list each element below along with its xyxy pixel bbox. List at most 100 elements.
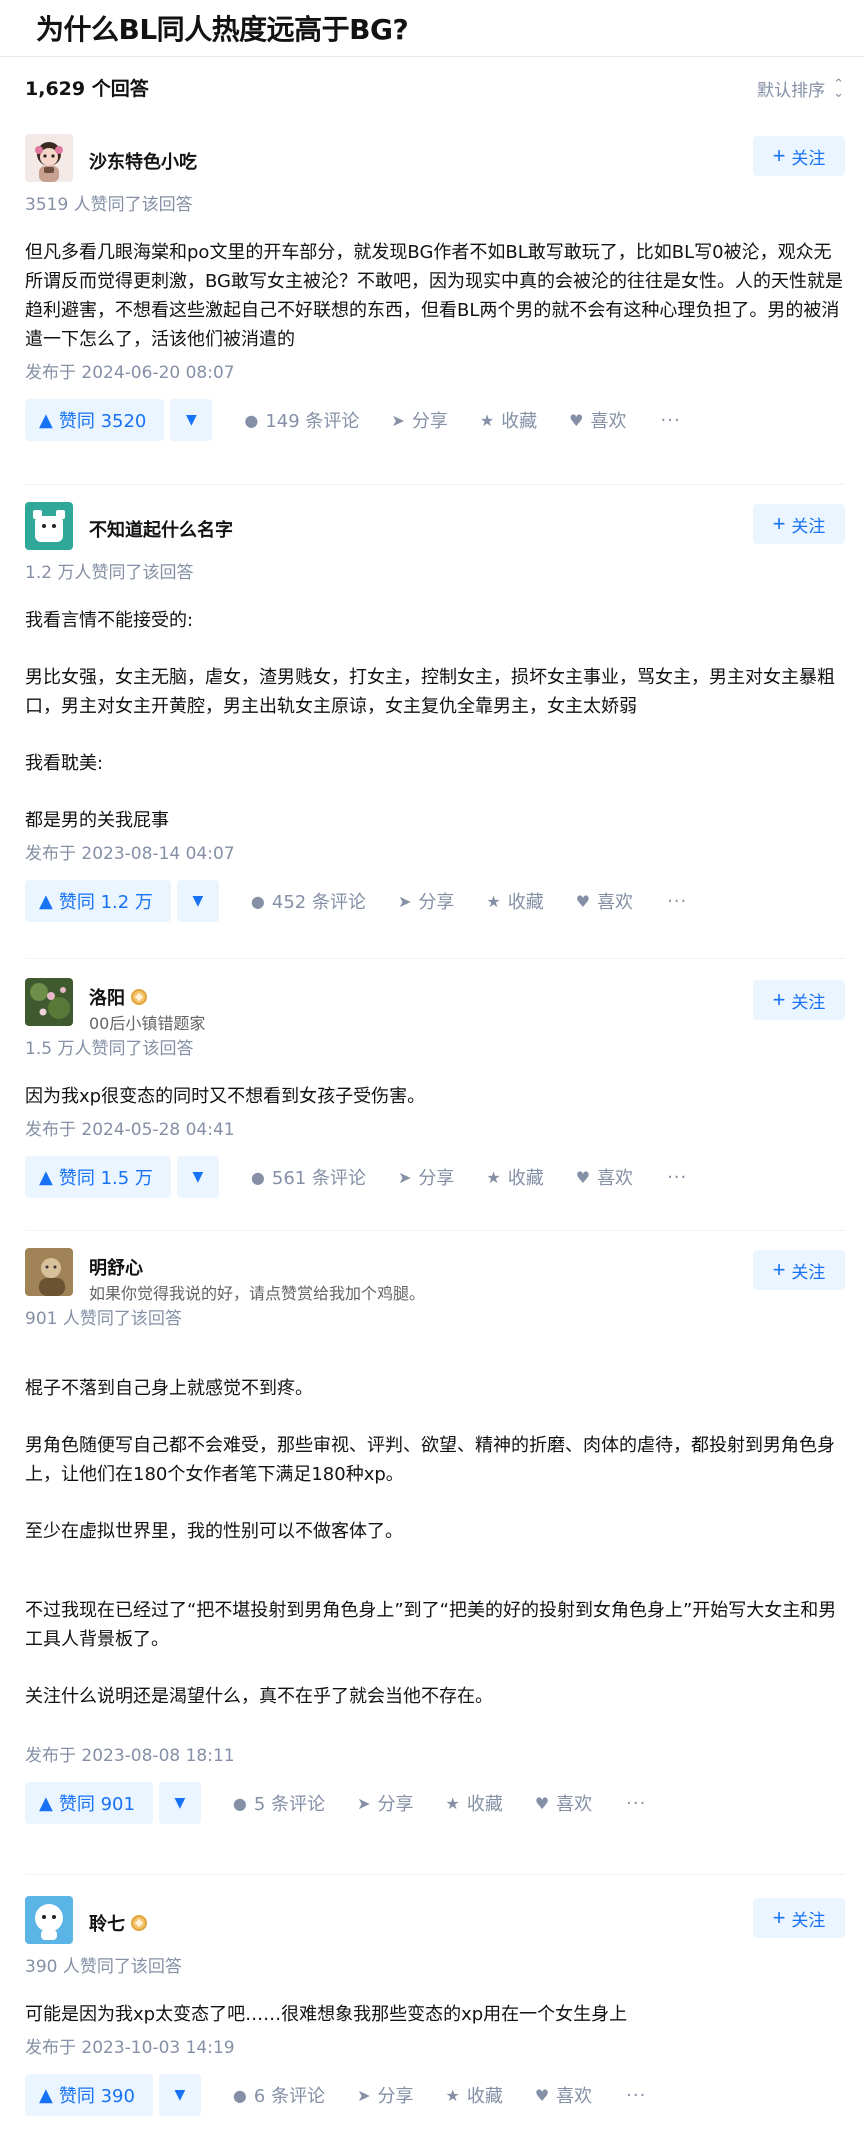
triangle-up-icon: ▲ [39, 1792, 53, 1814]
paragraph: 关注什么说明还是渴望什么，真不在乎了就会当他不存在。 [25, 1686, 493, 1707]
share-icon: ➤ [397, 891, 412, 911]
answer-content: 因为我xp很变态的同时又不想看到女孩子受伤害。 [25, 1082, 845, 1111]
like-button[interactable]: ♥ 喜欢 [535, 1790, 592, 1816]
triangle-down-icon: ▼ [192, 893, 204, 909]
comment-button[interactable]: ● 6 条评论 [233, 2082, 325, 2108]
share-button[interactable]: ➤ 分享 [398, 888, 454, 914]
more-button[interactable]: ··· [626, 2085, 646, 2106]
vote-summary: 1.5 万人赞同了该回答 [25, 1039, 194, 1059]
author-name[interactable]: 聆七 [89, 1910, 125, 1936]
collect-button[interactable]: ★ 收藏 [486, 1164, 543, 1190]
vote-summary: 901 人赞同了该回答 [25, 1309, 182, 1329]
more-button[interactable]: ··· [667, 1167, 687, 1188]
upvote-button[interactable]: ▲ 赞同 901 [25, 1782, 153, 1824]
answer-card: 不知道起什么名字 + 关注 1.2 万人赞同了该回答 我看言情不能接受的: 男比女… [25, 502, 845, 923]
plus-icon: + [772, 987, 786, 1012]
downvote-button[interactable]: ▼ [176, 1156, 219, 1198]
collect-button[interactable]: ★ 收藏 [445, 2082, 502, 2108]
author-bio: 如果你觉得我说的好，请点赞赏给我加个鸡腿。 [89, 1284, 426, 1303]
comment-button[interactable]: ● 5 条评论 [233, 1790, 325, 1816]
action-bar: ▲ 赞同 1.2 万 ▼ ● 452 条评论 ➤ 分享 ★ 收藏 ♥ 喜欢 ··· [25, 879, 845, 923]
upvote-button[interactable]: ▲ 赞同 390 [25, 2074, 153, 2116]
paragraph: 至少在虚拟世界里，我的性别可以不做客体了。 [25, 1521, 403, 1542]
like-button[interactable]: ♥ 喜欢 [569, 407, 626, 433]
like-button[interactable]: ♥ 喜欢 [535, 2082, 592, 2108]
upvote-button[interactable]: ▲ 赞同 1.2 万 [25, 880, 171, 922]
answer-content: 棍子不落到自己身上就感觉不到疼。 男角色随便写自己都不会难受，那些审视、评判、欲… [25, 1374, 845, 1711]
author-name[interactable]: 洛阳 [89, 984, 125, 1010]
comment-icon: ● [232, 1793, 247, 1813]
upvote-button[interactable]: ▲ 赞同 1.5 万 [25, 1156, 171, 1198]
more-button[interactable]: ··· [626, 1793, 646, 1814]
heart-icon: ♥ [575, 1167, 591, 1187]
answer-content: 但凡多看几眼海棠和po文里的开车部分，就发现BG作者不如BL敢写敢玩了，比如BL… [25, 238, 845, 354]
author-name[interactable]: 沙东特色小吃 [89, 148, 197, 174]
badge-icon [131, 1915, 147, 1931]
downvote-button[interactable]: ▼ [158, 2074, 201, 2116]
author-name[interactable]: 明舒心 [89, 1254, 143, 1280]
comment-icon: ● [250, 1167, 265, 1187]
author-name[interactable]: 不知道起什么名字 [89, 516, 233, 542]
answer-card: 聆七 + 关注 390 人赞同了该回答 可能是因为我xp太变态了吧……很难想象我那… [25, 1896, 845, 2117]
follow-button[interactable]: + 关注 [753, 504, 845, 544]
follow-button[interactable]: + 关注 [753, 980, 845, 1020]
sort-dropdown[interactable]: 默认排序 ⌃ ⌄ [757, 76, 844, 102]
collect-button[interactable]: ★ 收藏 [480, 407, 537, 433]
heart-icon: ♥ [534, 2085, 550, 2105]
follow-button[interactable]: + 关注 [753, 1898, 845, 1938]
vote-summary: 390 人赞同了该回答 [25, 1957, 182, 1977]
share-button[interactable]: ➤ 分享 [357, 1790, 413, 1816]
avatar[interactable] [25, 1896, 73, 1944]
avatar[interactable] [25, 1248, 73, 1296]
avatar[interactable] [25, 134, 73, 182]
comment-icon: ● [232, 2085, 247, 2105]
upvote-button[interactable]: ▲ 赞同 3520 [25, 399, 165, 441]
heart-icon: ♥ [569, 410, 584, 430]
publish-date[interactable]: 发布于 2024-05-28 04:41 [25, 1113, 845, 1147]
header-divider [0, 56, 864, 57]
share-button[interactable]: ➤ 分享 [391, 407, 447, 433]
author-name-row[interactable]: 聆七 [89, 1910, 147, 1936]
triangle-up-icon: ▲ [39, 2084, 53, 2106]
follow-button[interactable]: + 关注 [753, 136, 845, 176]
action-bar: ▲ 赞同 3520 ▼ ● 149 条评论 ➤ 分享 ★ 收藏 ♥ 喜欢 ··· [25, 398, 845, 442]
comment-button[interactable]: ● 452 条评论 [251, 888, 366, 914]
triangle-down-icon: ▼ [185, 412, 197, 428]
author-name-row[interactable]: 洛阳 [89, 984, 147, 1010]
downvote-button[interactable]: ▼ [176, 880, 219, 922]
publish-date[interactable]: 发布于 2023-10-03 14:19 [25, 2031, 845, 2065]
action-bar: ▲ 赞同 390 ▼ ● 6 条评论 ➤ 分享 ★ 收藏 ♥ 喜欢 ··· [25, 2073, 845, 2117]
share-button[interactable]: ➤ 分享 [398, 1164, 454, 1190]
follow-button[interactable]: + 关注 [753, 1250, 845, 1290]
paragraph: 可能是因为我xp太变态了吧……很难想象我那些变态的xp用在一个女生身上 [25, 2004, 628, 2025]
publish-date[interactable]: 发布于 2023-08-08 18:11 [25, 1739, 845, 1773]
answer-card: 沙东特色小吃 + 关注 3519 人赞同了该回答 但凡多看几眼海棠和po文里的开车… [25, 134, 845, 442]
downvote-button[interactable]: ▼ [170, 399, 213, 441]
downvote-button[interactable]: ▼ [158, 1782, 201, 1824]
comment-button[interactable]: ● 561 条评论 [251, 1164, 366, 1190]
collect-button[interactable]: ★ 收藏 [486, 888, 543, 914]
avatar[interactable] [25, 978, 73, 1026]
paragraph: 因为我xp很变态的同时又不想看到女孩子受伤害。 [25, 1086, 426, 1107]
vote-summary: 1.2 万人赞同了该回答 [25, 563, 194, 583]
answer-divider [25, 484, 845, 485]
share-icon: ➤ [357, 2085, 371, 2105]
paragraph: 我看耽美: [25, 753, 104, 774]
avatar[interactable] [25, 502, 73, 550]
answer-divider [25, 1230, 845, 1231]
publish-date[interactable]: 发布于 2023-08-14 04:07 [25, 837, 845, 871]
comment-button[interactable]: ● 149 条评论 [244, 407, 359, 433]
more-button[interactable]: ··· [667, 891, 687, 912]
share-button[interactable]: ➤ 分享 [357, 2082, 413, 2108]
sort-label: 默认排序 [757, 81, 826, 101]
publish-date[interactable]: 发布于 2024-06-20 08:07 [25, 356, 845, 390]
like-button[interactable]: ♥ 喜欢 [576, 888, 633, 914]
collect-button[interactable]: ★ 收藏 [445, 1790, 502, 1816]
comment-icon: ● [244, 410, 259, 430]
plus-icon: + [772, 511, 786, 536]
paragraph: 棍子不落到自己身上就感觉不到疼。 [25, 1378, 313, 1399]
like-button[interactable]: ♥ 喜欢 [576, 1164, 633, 1190]
question-title: 为什么BL同人热度远高于BG? [36, 13, 409, 46]
more-button[interactable]: ··· [661, 410, 681, 431]
heart-icon: ♥ [534, 1793, 550, 1813]
